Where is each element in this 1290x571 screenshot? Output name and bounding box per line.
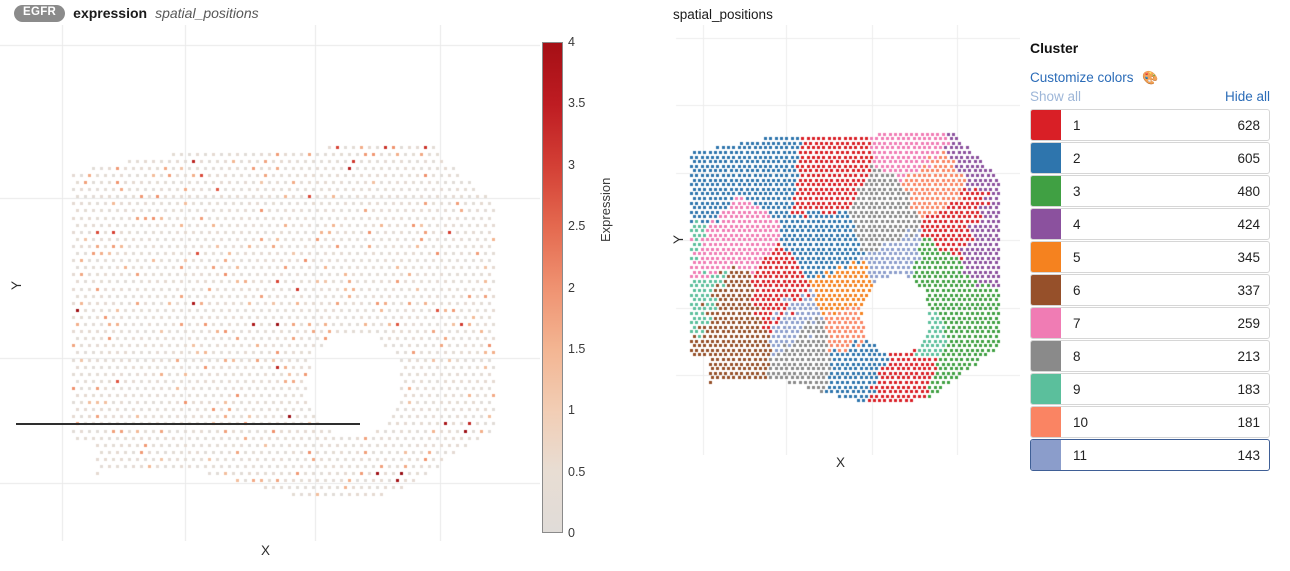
cluster-label: 6	[1073, 282, 1081, 298]
legend-row[interactable]: 10 181	[1030, 406, 1270, 438]
cluster-color-swatch[interactable]	[1031, 308, 1061, 338]
colorbar-tick: 0	[568, 525, 575, 540]
colorbar-tick: 3.5	[568, 96, 586, 111]
cluster-scatter-canvas[interactable]	[660, 25, 1020, 455]
customize-colors-link[interactable]: Customize colors	[1030, 70, 1134, 85]
cluster-legend-panel: Cluster Customize colors 🎨 Show all Hide…	[1030, 40, 1270, 472]
cluster-color-swatch[interactable]	[1031, 440, 1061, 470]
legend-row[interactable]: 6 337	[1030, 274, 1270, 306]
cluster-label: 1	[1073, 117, 1081, 133]
palette-icon[interactable]: 🎨	[1142, 70, 1158, 85]
cluster-color-swatch[interactable]	[1031, 110, 1061, 140]
cluster-count: 480	[1237, 183, 1260, 199]
show-all-link[interactable]: Show all	[1030, 89, 1081, 104]
legend-row[interactable]: 2 605	[1030, 142, 1270, 174]
colorbar-tick: 2.5	[568, 218, 586, 233]
left-y-axis-label: Y	[9, 280, 25, 291]
left-x-axis-label: X	[261, 543, 271, 558]
right-x-axis-line	[16, 423, 360, 425]
legend-row[interactable]: 4 424	[1030, 208, 1270, 240]
cluster-count: 424	[1237, 216, 1260, 232]
cluster-count: 628	[1237, 117, 1260, 133]
cluster-count: 181	[1237, 414, 1260, 430]
header-expression-label: expression	[73, 5, 148, 22]
cluster-label: 3	[1073, 183, 1081, 199]
cluster-color-swatch[interactable]	[1031, 209, 1061, 239]
cluster-color-swatch[interactable]	[1031, 176, 1061, 206]
cluster-label: 2	[1073, 150, 1081, 166]
cluster-label: 11	[1073, 447, 1088, 463]
customize-colors-row: Customize colors 🎨	[1030, 69, 1270, 87]
right-plot-title: spatial_positions	[673, 7, 773, 22]
legend-row-list: 1 628 2 605 3 480 4 424 5 345 6 337 7 259 8 213 9 183 10 18…	[1030, 109, 1270, 471]
cluster-color-swatch[interactable]	[1031, 143, 1061, 173]
legend-row[interactable]: 11 143	[1030, 439, 1270, 471]
colorbar-tick: 3	[568, 157, 575, 172]
cluster-label: 10	[1073, 414, 1089, 430]
right-x-axis-label: X	[836, 455, 846, 470]
colorbar-tick: 1.5	[568, 341, 586, 356]
expression-spatial-plot[interactable]	[0, 25, 540, 541]
legend-row[interactable]: 5 345	[1030, 241, 1270, 273]
legend-title: Cluster	[1030, 40, 1079, 56]
colorbar-axis-label: Expression	[598, 177, 613, 242]
cluster-color-swatch[interactable]	[1031, 341, 1061, 371]
expression-scatter-canvas[interactable]	[0, 25, 540, 541]
cluster-count: 345	[1237, 249, 1260, 265]
cluster-label: 7	[1073, 315, 1081, 331]
cluster-label: 4	[1073, 216, 1081, 232]
cluster-label: 8	[1073, 348, 1081, 364]
show-hide-row: Show all Hide all	[1030, 89, 1270, 104]
cluster-count: 143	[1237, 447, 1260, 463]
left-plot-header: EGFR expression spatial_positions	[14, 5, 259, 22]
hide-all-link[interactable]: Hide all	[1225, 89, 1270, 104]
app-root: EGFR expression spatial_positions X Y 4 3…	[0, 0, 1290, 571]
cluster-count: 337	[1237, 282, 1260, 298]
cluster-count: 605	[1237, 150, 1260, 166]
colorbar-gradient	[542, 42, 563, 533]
legend-row[interactable]: 7 259	[1030, 307, 1270, 339]
colorbar-tick: 4	[568, 34, 575, 49]
legend-row[interactable]: 3 480	[1030, 175, 1270, 207]
right-y-axis-label: Y	[671, 234, 687, 245]
expression-colorbar: 4 3.5 3 2.5 2 1.5 1 0.5 0	[542, 36, 585, 539]
colorbar-tick: 2	[568, 280, 575, 295]
gene-badge[interactable]: EGFR	[14, 5, 66, 22]
cluster-label: 5	[1073, 249, 1081, 265]
cluster-spatial-plot[interactable]	[660, 25, 1020, 455]
cluster-count: 259	[1237, 315, 1260, 331]
header-dataset-label: spatial_positions	[155, 5, 259, 22]
cluster-color-swatch[interactable]	[1031, 374, 1061, 404]
colorbar-tick: 0.5	[568, 464, 586, 479]
cluster-count: 213	[1237, 348, 1260, 364]
cluster-color-swatch[interactable]	[1031, 275, 1061, 305]
cluster-label: 9	[1073, 381, 1081, 397]
legend-row[interactable]: 1 628	[1030, 109, 1270, 141]
legend-row[interactable]: 9 183	[1030, 373, 1270, 405]
colorbar-tick: 1	[568, 403, 575, 417]
cluster-count: 183	[1237, 381, 1260, 397]
cluster-color-swatch[interactable]	[1031, 242, 1061, 272]
cluster-color-swatch[interactable]	[1031, 407, 1061, 437]
legend-row[interactable]: 8 213	[1030, 340, 1270, 372]
